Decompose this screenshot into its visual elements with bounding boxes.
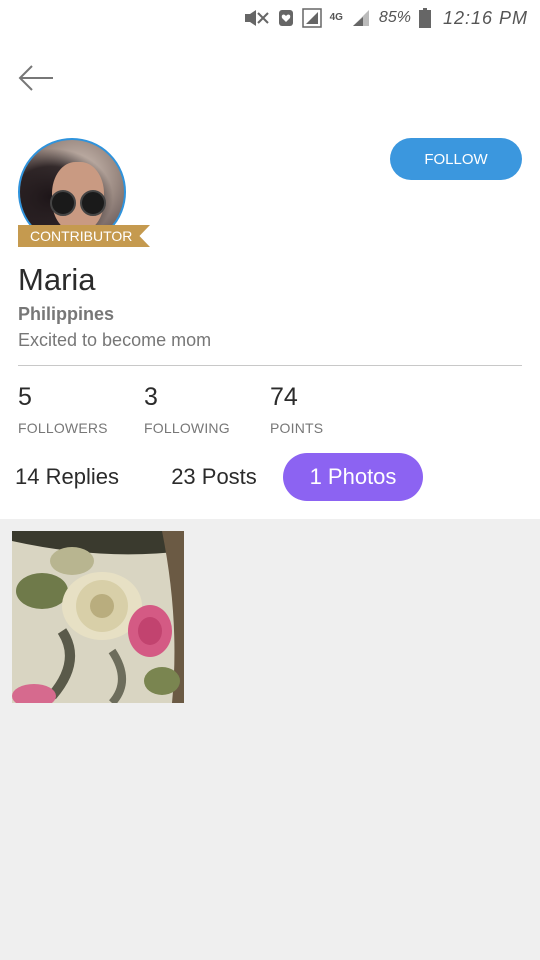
stat-followers[interactable]: 5 FOLLOWERS	[18, 383, 108, 436]
signal-icon	[301, 8, 322, 28]
battery-icon	[418, 8, 431, 28]
photo-gallery	[0, 519, 540, 960]
back-button[interactable]	[14, 58, 58, 98]
following-label: FOLLOWING	[144, 420, 230, 436]
tab-photos[interactable]: 1 Photos	[283, 453, 423, 501]
following-count: 3	[144, 383, 158, 411]
profile-tabs: 14 Replies 23 Posts 1 Photos	[0, 453, 540, 501]
profile-location: Philippines	[18, 304, 115, 324]
network-type: 4G	[329, 12, 343, 23]
floral-photo-image	[12, 531, 184, 703]
followers-count: 5	[18, 383, 32, 411]
follow-button[interactable]: FOLLOW	[390, 138, 522, 180]
notification-icon	[278, 9, 294, 27]
photo-thumbnail[interactable]	[12, 531, 184, 703]
status-bar: 4G 85% 12:16 PM	[0, 0, 540, 36]
tab-posts[interactable]: 23 Posts	[150, 453, 278, 501]
contributor-badge: CONTRIBUTOR	[18, 225, 150, 247]
points-label: POINTS	[270, 420, 324, 436]
battery-percent: 85%	[378, 9, 411, 26]
arrow-left-icon	[18, 65, 53, 91]
profile-bio: Excited to become mom	[18, 330, 212, 350]
points-count: 74	[270, 383, 298, 411]
stat-points: 74 POINTS	[270, 383, 323, 436]
mute-icon	[244, 9, 270, 27]
clock: 12:16 PM	[442, 7, 528, 28]
cell-signal-icon	[351, 9, 371, 27]
divider	[18, 365, 522, 366]
profile-name: Maria	[18, 262, 96, 297]
followers-label: FOLLOWERS	[18, 420, 108, 436]
stat-following[interactable]: 3 FOLLOWING	[144, 383, 230, 436]
tab-replies[interactable]: 14 Replies	[0, 453, 134, 501]
